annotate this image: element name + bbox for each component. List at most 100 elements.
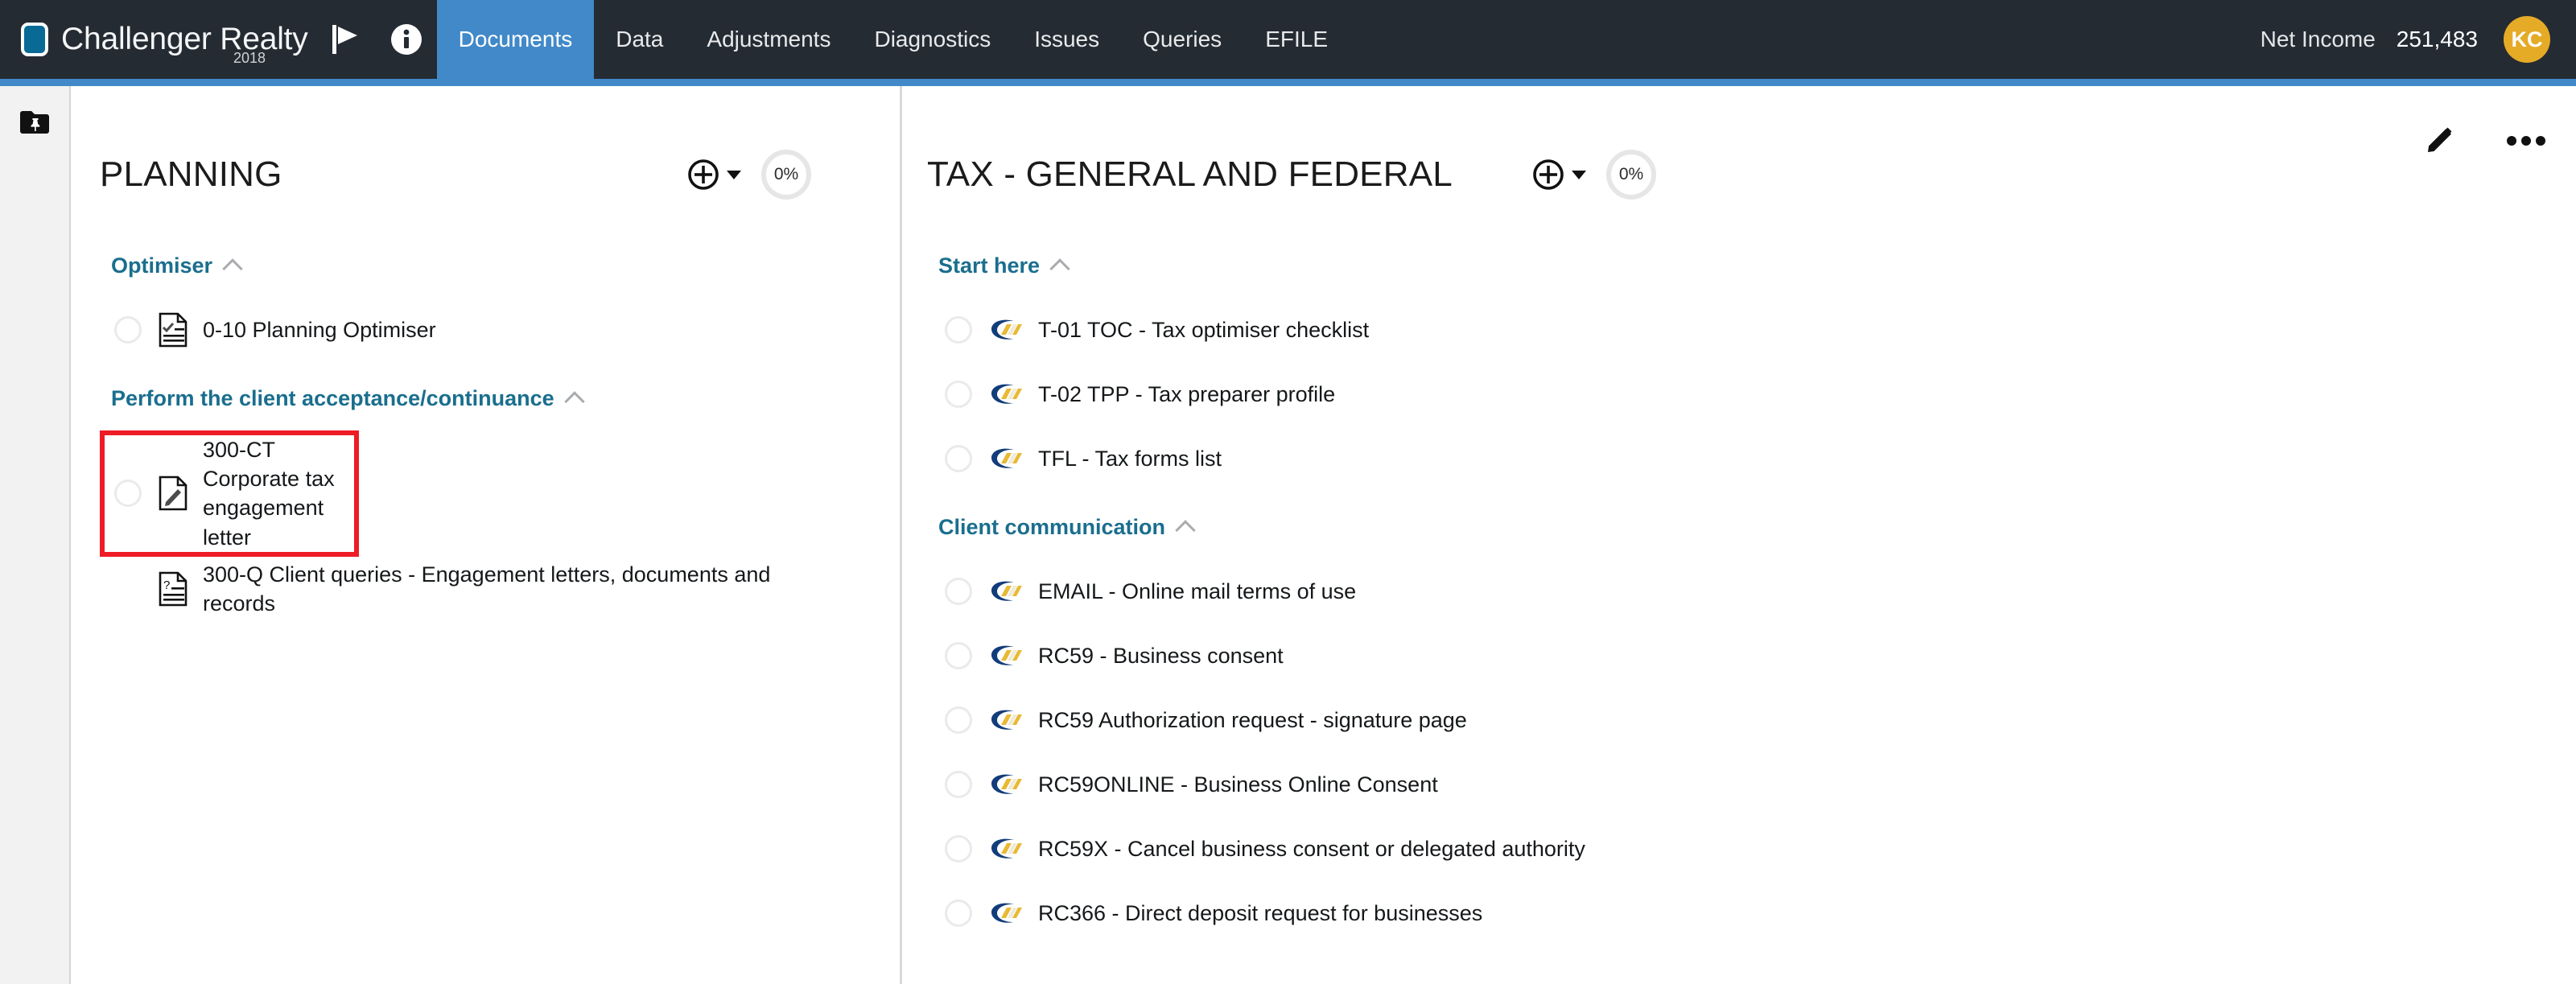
flag-icon[interactable] bbox=[315, 0, 376, 79]
document-label: RC59 Authorization request - signature p… bbox=[1038, 707, 1467, 732]
tab-queries[interactable]: Queries bbox=[1121, 0, 1243, 79]
list-item[interactable]: T-01 TOC - Tax optimiser checklist bbox=[927, 298, 1716, 362]
document-checkbox[interactable] bbox=[945, 316, 972, 344]
tax-form-icon bbox=[988, 382, 1025, 406]
group-header-client-communication[interactable]: Client communication bbox=[938, 515, 1716, 541]
group-client-communication: Client communication EMAIL - Online mail… bbox=[927, 515, 1716, 945]
list-item-highlighted[interactable]: 300-CT Corporate tax engagement letter bbox=[100, 430, 359, 557]
column-planning: PLANNING 0% Optimiser 0-10 Planning Opti… bbox=[72, 86, 900, 984]
document-label: TFL - Tax forms list bbox=[1038, 446, 1222, 471]
group-title: Optimiser bbox=[111, 253, 213, 278]
tab-efile[interactable]: EFILE bbox=[1243, 0, 1350, 79]
tab-adjustments[interactable]: Adjustments bbox=[685, 0, 852, 79]
document-list: 300-CT Corporate tax engagement letter ? bbox=[100, 430, 882, 621]
page-action-bar bbox=[2425, 125, 2545, 157]
chevron-down-icon bbox=[1572, 170, 1586, 179]
list-item[interactable]: RC59ONLINE - Business Online Consent bbox=[927, 752, 1716, 817]
document-checkbox[interactable] bbox=[945, 771, 972, 798]
group-optimiser: Optimiser 0-10 Planning Optimiser bbox=[100, 253, 882, 362]
svg-text:?: ? bbox=[163, 578, 170, 592]
list-item[interactable]: ? 300-Q Client queries - Engagement lett… bbox=[100, 557, 882, 621]
tax-form-icon bbox=[988, 708, 1025, 732]
document-label: 300-Q Client queries - Engagement letter… bbox=[203, 562, 771, 616]
add-document-button[interactable] bbox=[1532, 159, 1586, 191]
document-label: T-02 TPP - Tax preparer profile bbox=[1038, 381, 1336, 406]
column-tax-controls: 0% bbox=[1532, 150, 1716, 200]
document-pencil-icon bbox=[158, 476, 188, 511]
group-header-start-here[interactable]: Start here bbox=[938, 253, 1716, 279]
add-document-button[interactable] bbox=[687, 159, 741, 191]
progress-value: 0% bbox=[773, 165, 799, 183]
tax-form-icon bbox=[988, 579, 1025, 603]
document-checkbox[interactable] bbox=[945, 900, 972, 927]
document-checkbox[interactable] bbox=[945, 642, 972, 669]
tab-data[interactable]: Data bbox=[594, 0, 685, 79]
group-start-here: Start here T-01 TOC - Tax optimiser chec… bbox=[927, 253, 1716, 491]
page-title: TAX - GENERAL AND FEDERAL bbox=[927, 154, 1453, 194]
document-label: RC366 - Direct deposit request for busin… bbox=[1038, 900, 1483, 925]
tax-form-icon bbox=[988, 447, 1025, 471]
progress-badge-tax[interactable]: 0% bbox=[1606, 150, 1656, 200]
chevron-up-icon bbox=[563, 390, 585, 412]
topbar-left-group: Challenger Realty 2018 Documents Data Ad… bbox=[0, 0, 1350, 79]
brand-block: Challenger Realty 2018 bbox=[0, 0, 315, 79]
document-columns: PLANNING 0% Optimiser 0-10 Planning Opti… bbox=[72, 86, 1733, 984]
client-name: Challenger Realty bbox=[61, 22, 308, 56]
document-label: RC59X - Cancel business consent or deleg… bbox=[1038, 836, 1585, 861]
list-item[interactable]: 0-10 Planning Optimiser bbox=[100, 298, 882, 362]
tax-form-icon bbox=[988, 772, 1025, 797]
document-label: RC59 - Business consent bbox=[1038, 643, 1284, 668]
group-header-optimiser[interactable]: Optimiser bbox=[111, 253, 882, 279]
top-navigation-bar: Challenger Realty 2018 Documents Data Ad… bbox=[0, 0, 2576, 79]
document-label: 0-10 Planning Optimiser bbox=[203, 317, 436, 342]
document-checkbox[interactable] bbox=[114, 480, 142, 508]
list-item[interactable]: RC59 Authorization request - signature p… bbox=[927, 688, 1716, 752]
progress-badge-planning[interactable]: 0% bbox=[761, 150, 811, 200]
tab-diagnostics[interactable]: Diagnostics bbox=[852, 0, 1012, 79]
tax-year-label: 2018 bbox=[233, 50, 266, 66]
chevron-up-icon bbox=[1175, 519, 1196, 541]
document-label: RC59ONLINE - Business Online Consent bbox=[1038, 772, 1438, 797]
group-title: Start here bbox=[938, 253, 1041, 278]
document-label: 300-CT Corporate tax engagement letter bbox=[203, 438, 335, 550]
document-list: EMAIL - Online mail terms of use RC59 - … bbox=[927, 559, 1716, 945]
list-item[interactable]: EMAIL - Online mail terms of use bbox=[927, 559, 1716, 624]
document-checkbox[interactable] bbox=[945, 706, 972, 734]
list-item[interactable]: RC59X - Cancel business consent or deleg… bbox=[927, 817, 1716, 881]
plus-circle-icon bbox=[688, 159, 719, 190]
group-client-acceptance: Perform the client acceptance/continuanc… bbox=[100, 386, 882, 621]
net-income-label: Net Income bbox=[2260, 27, 2376, 51]
chevron-up-icon bbox=[1049, 257, 1070, 279]
column-tax-header: TAX - GENERAL AND FEDERAL 0% bbox=[927, 150, 1716, 200]
list-item[interactable]: T-02 TPP - Tax preparer profile bbox=[927, 362, 1716, 426]
info-icon[interactable] bbox=[376, 0, 437, 79]
document-checkbox[interactable] bbox=[945, 578, 972, 605]
folder-pin-icon[interactable] bbox=[17, 109, 52, 138]
tab-issues[interactable]: Issues bbox=[1012, 0, 1121, 79]
document-label: T-01 TOC - Tax optimiser checklist bbox=[1038, 317, 1370, 342]
tax-form-icon bbox=[988, 318, 1025, 342]
tax-form-icon bbox=[988, 901, 1025, 925]
document-checkbox[interactable] bbox=[114, 316, 142, 344]
list-item[interactable]: RC366 - Direct deposit request for busin… bbox=[927, 881, 1716, 945]
document-list: T-01 TOC - Tax optimiser checklist T-02 … bbox=[927, 298, 1716, 491]
document-checkbox[interactable] bbox=[945, 445, 972, 472]
document-checkbox[interactable] bbox=[945, 381, 972, 408]
group-header-client-acceptance[interactable]: Perform the client acceptance/continuanc… bbox=[111, 386, 882, 412]
list-item[interactable]: TFL - Tax forms list bbox=[927, 426, 1716, 491]
avatar[interactable]: KC bbox=[2504, 16, 2550, 63]
page-title: PLANNING bbox=[100, 154, 282, 194]
document-label: EMAIL - Online mail terms of use bbox=[1038, 578, 1357, 603]
group-title: Client communication bbox=[938, 515, 1166, 539]
chevron-down-icon bbox=[727, 170, 741, 179]
ellipsis-icon[interactable] bbox=[2507, 134, 2545, 147]
list-item[interactable]: RC59 - Business consent bbox=[927, 624, 1716, 688]
column-planning-controls: 0% bbox=[687, 150, 882, 200]
document-checkbox-placeholder bbox=[114, 575, 142, 603]
topbar-right-group: Net Income 251,483 KC bbox=[2261, 0, 2576, 79]
document-checklist-icon bbox=[158, 312, 188, 348]
document-checkbox[interactable] bbox=[945, 835, 972, 863]
group-title: Perform the client acceptance/continuanc… bbox=[111, 386, 554, 410]
pencil-icon[interactable] bbox=[2425, 125, 2457, 157]
tab-documents[interactable]: Documents bbox=[436, 0, 595, 79]
